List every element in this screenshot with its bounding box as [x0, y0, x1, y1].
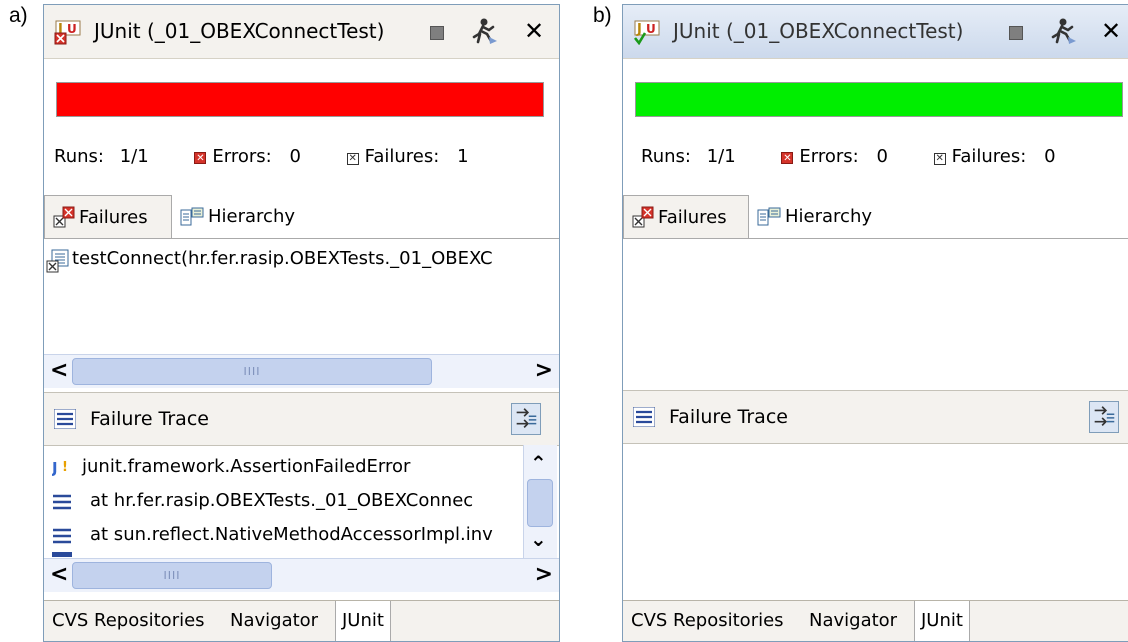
- svg-text:J: J: [52, 459, 58, 477]
- junit-view-passed: J U JUnit (_01_OBEXConnectTest) ✕ Runs: …: [622, 4, 1128, 642]
- failure-trace-header: Failure Trace: [44, 392, 559, 446]
- tab-hierarchy-label: Hierarchy: [785, 206, 873, 227]
- failures-label: Failures:: [951, 146, 1027, 167]
- figure-label-b: b): [593, 4, 612, 27]
- scroll-right-icon[interactable]: >: [535, 561, 553, 589]
- failure-list-item-label: testConnect(hr.fer.rasip.OBEXTests._01_O…: [72, 248, 493, 269]
- scroll-left-icon[interactable]: <: [50, 357, 68, 385]
- failure-trace-title: Failure Trace: [669, 406, 788, 428]
- trace-vertical-scrollbar[interactable]: ⌃ ⌄: [523, 445, 557, 558]
- failures-label: Failures:: [364, 146, 440, 167]
- failure-icon: ✕: [346, 153, 359, 165]
- failure-trace-title: Failure Trace: [90, 408, 209, 430]
- tab-failures[interactable]: Failures: [623, 195, 749, 238]
- tab-cvs-repositories[interactable]: CVS Repositories: [631, 601, 784, 641]
- scroll-thumb[interactable]: IIII: [72, 358, 432, 385]
- tab-junit[interactable]: JUnit: [914, 601, 970, 641]
- close-icon[interactable]: ✕: [1101, 17, 1121, 45]
- failures-tab-icon: [632, 206, 654, 228]
- results-tabs: Failures Hierarchy: [623, 195, 1128, 239]
- tab-junit[interactable]: JUnit: [335, 601, 391, 641]
- stack-trace-icon: [633, 407, 655, 427]
- runs-label: Runs:: [641, 146, 691, 167]
- scroll-down-icon[interactable]: ⌄: [530, 527, 547, 551]
- view-titlebar: J U JUnit (_01_OBEXConnectTest) ✕: [623, 5, 1128, 59]
- tab-failures-label: Failures: [79, 207, 148, 228]
- runs-label: Runs:: [54, 146, 104, 167]
- tab-hierarchy[interactable]: Hierarchy: [176, 195, 295, 238]
- scroll-thumb[interactable]: IIII: [72, 562, 272, 589]
- errors-value: 0: [876, 146, 888, 167]
- trace-row-text: junit.framework.AssertionFailedError: [82, 456, 411, 477]
- trace-row[interactable]: at sun.reflect.NativeMethodAccessorImpl.…: [44, 521, 522, 551]
- failure-icon: ✕: [933, 153, 946, 165]
- junit-failed-icon: J U: [54, 20, 81, 45]
- failures-value: 1: [457, 146, 469, 167]
- tab-hierarchy[interactable]: Hierarchy: [753, 195, 872, 238]
- errors-label: Errors:: [799, 146, 859, 167]
- figure-label-a: a): [9, 4, 28, 27]
- svg-text:J: J: [636, 22, 642, 37]
- filter-stack-icon[interactable]: [511, 403, 541, 435]
- svg-text:!: !: [62, 460, 68, 475]
- trace-horizontal-scrollbar[interactable]: < IIII >: [44, 558, 559, 592]
- hierarchy-icon: [180, 207, 204, 226]
- bottom-view-tabs: CVS Repositories Navigator JUnit: [623, 600, 1128, 641]
- hierarchy-icon: [757, 207, 781, 226]
- svg-text:U: U: [646, 22, 656, 36]
- rerun-icon[interactable]: [1048, 17, 1078, 45]
- stack-trace-icon: [54, 409, 76, 429]
- view-title[interactable]: JUnit (_01_OBEXConnectTest): [94, 19, 384, 43]
- close-icon[interactable]: ✕: [524, 17, 544, 45]
- stack-frame-icon: [53, 528, 71, 544]
- failures-list-empty: [623, 239, 1128, 390]
- stack-frame-icon: [52, 552, 72, 557]
- view-title[interactable]: JUnit (_01_OBEXConnectTest): [673, 19, 963, 43]
- scroll-up-icon[interactable]: ⌃: [530, 451, 547, 475]
- test-progress-bar: [56, 82, 544, 117]
- scroll-thumb[interactable]: [527, 479, 553, 527]
- scroll-left-icon[interactable]: <: [50, 561, 68, 589]
- exception-icon: J !: [52, 459, 68, 477]
- failures-value: 0: [1044, 146, 1056, 167]
- stop-icon[interactable]: [430, 26, 444, 40]
- scroll-right-icon[interactable]: >: [535, 357, 553, 385]
- error-icon: ✕: [781, 152, 794, 164]
- failures-horizontal-scrollbar[interactable]: < IIII >: [44, 354, 559, 388]
- failed-test-icon: [46, 249, 69, 273]
- tab-navigator[interactable]: Navigator: [809, 601, 897, 641]
- filter-stack-icon[interactable]: [1089, 401, 1119, 433]
- progress-fill: [57, 83, 543, 116]
- error-icon: ✕: [194, 152, 207, 164]
- tab-failures[interactable]: Failures: [44, 195, 172, 238]
- tab-cvs-repositories[interactable]: CVS Repositories: [52, 601, 205, 641]
- bottom-view-tabs: CVS Repositories Navigator JUnit: [44, 600, 559, 641]
- tab-hierarchy-label: Hierarchy: [208, 206, 296, 227]
- test-counters: Runs: 1/1 ✕ Errors: 0 ✕ Failures: 0: [641, 146, 1056, 167]
- rerun-icon[interactable]: [469, 17, 499, 45]
- errors-label: Errors:: [212, 146, 272, 167]
- stop-icon[interactable]: [1009, 26, 1023, 40]
- runs-value: 1/1: [119, 146, 149, 167]
- test-progress-bar: [635, 82, 1123, 117]
- trace-row[interactable]: J ! junit.framework.AssertionFailedError: [44, 453, 522, 483]
- view-titlebar: J U JUnit (_01_OBEXConnectTest) ✕: [44, 5, 559, 59]
- progress-fill: [636, 83, 1122, 116]
- failure-list-item[interactable]: testConnect(hr.fer.rasip.OBEXTests._01_O…: [46, 245, 558, 275]
- runs-value: 1/1: [706, 146, 736, 167]
- errors-value: 0: [289, 146, 301, 167]
- failure-trace-header: Failure Trace: [623, 390, 1128, 444]
- results-tabs: Failures Hierarchy: [44, 195, 559, 239]
- test-counters: Runs: 1/1 ✕ Errors: 0 ✕ Failures: 1: [54, 146, 469, 167]
- trace-row[interactable]: at hr.fer.rasip.OBEXTests._01_OBEXConnec: [44, 487, 522, 517]
- junit-view-failed: J U JUnit (_01_OBEXConnectTest) ✕ Runs: …: [43, 4, 560, 642]
- stack-frame-icon: [53, 494, 71, 510]
- trace-row-text: at sun.reflect.NativeMethodAccessorImpl.…: [90, 524, 493, 545]
- junit-passed-icon: J U: [633, 20, 660, 45]
- failures-tab-icon: [53, 206, 75, 228]
- trace-row-text: at hr.fer.rasip.OBEXTests._01_OBEXConnec: [90, 490, 474, 511]
- svg-text:U: U: [67, 22, 77, 36]
- tab-failures-label: Failures: [658, 207, 727, 228]
- tab-navigator[interactable]: Navigator: [230, 601, 318, 641]
